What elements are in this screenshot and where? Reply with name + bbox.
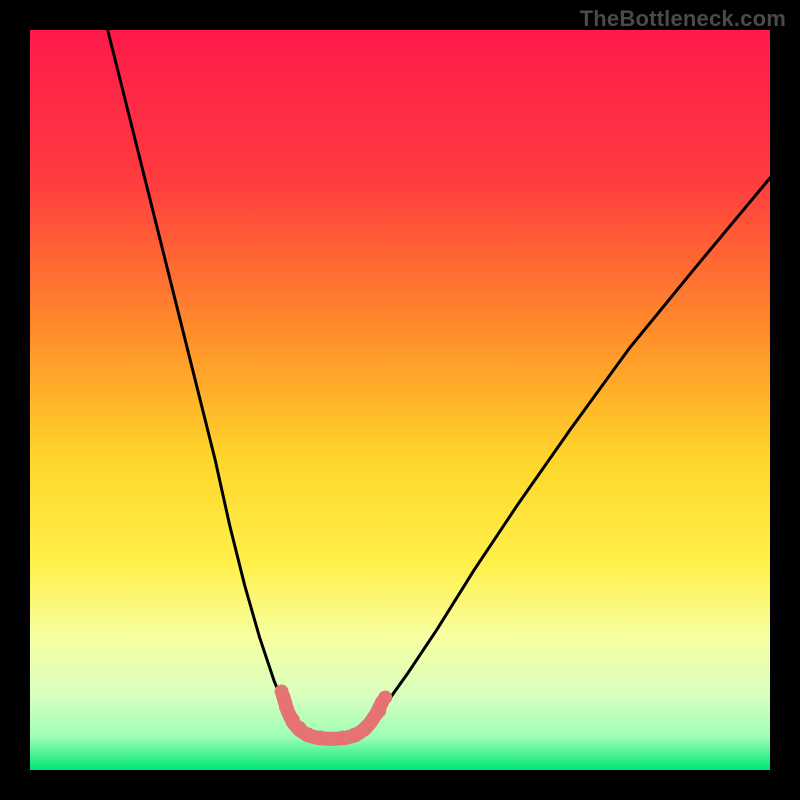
chart-frame: TheBottleneck.com	[0, 0, 800, 800]
plot-area	[30, 30, 770, 770]
series-point-valley-highlight-dots	[279, 700, 293, 714]
series-point-valley-highlight-dots	[378, 690, 392, 704]
series-point-valley-highlight-dots	[336, 730, 350, 744]
series-point-valley-highlight-dots	[301, 727, 315, 741]
curve-layer	[30, 30, 770, 770]
series-line-left-branch	[108, 30, 299, 729]
series-point-valley-highlight-dots	[275, 685, 289, 699]
watermark-text: TheBottleneck.com	[580, 6, 786, 32]
series-point-valley-highlight-dots	[324, 732, 338, 746]
series-line-right-branch	[364, 178, 770, 729]
series-point-valley-highlight-dots	[372, 704, 386, 718]
